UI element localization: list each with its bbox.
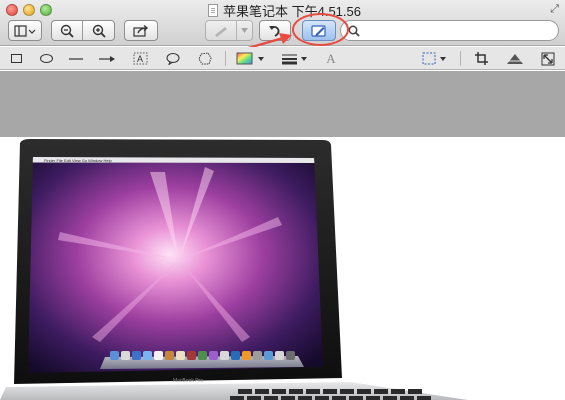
adjust-size-icon — [541, 52, 555, 65]
speech-bubble-tool[interactable] — [164, 50, 182, 67]
rectangle-icon — [10, 54, 22, 63]
document-icon[interactable] — [208, 4, 218, 17]
dock-icons — [110, 351, 295, 360]
color-swatch-icon — [236, 52, 264, 65]
line-tool[interactable] — [68, 50, 84, 67]
adjust-color-icon — [507, 54, 523, 64]
zoom-in-icon — [92, 24, 106, 38]
zoom-out-icon — [60, 24, 74, 38]
sidebar-toggle-icon — [14, 24, 36, 37]
window-titlebar: 苹果笔记本 下午4.51.56 ⤢ — [0, 0, 565, 51]
toolbar-separator — [225, 51, 226, 66]
adjust-color-tool[interactable] — [505, 50, 525, 67]
highlight-circle-annotation — [292, 13, 349, 46]
laptop-model-label: MacBook Pro — [173, 378, 203, 384]
minimize-window-button[interactable] — [23, 4, 35, 16]
crop-icon — [474, 52, 488, 65]
rectangle-tool[interactable] — [8, 50, 24, 67]
svg-text:Finder File Edit View Go: Finder File Edit View Go Window Help — [44, 158, 113, 163]
oval-tool[interactable] — [38, 50, 54, 67]
search-icon — [348, 25, 360, 37]
window-controls — [6, 4, 52, 16]
adjust-size-tool[interactable] — [539, 50, 557, 67]
share-icon — [133, 24, 149, 37]
search-field[interactable] — [340, 20, 559, 41]
document-background — [0, 71, 565, 137]
rect-select-icon — [422, 52, 446, 65]
desktop-wallpaper — [28, 157, 323, 373]
arrow-icon — [99, 55, 115, 62]
zoom-out-button[interactable] — [52, 21, 84, 40]
font-picker[interactable]: A — [323, 50, 339, 67]
markup-pen-icon — [214, 26, 227, 37]
edit-toolbar: A A — [0, 47, 565, 70]
crop-tool[interactable] — [472, 50, 490, 67]
line-width-icon — [282, 54, 307, 65]
fullscreen-icon[interactable]: ⤢ — [550, 3, 559, 16]
zoom-window-button[interactable] — [40, 4, 52, 16]
font-icon: A — [326, 50, 336, 66]
speech-bubble-icon — [166, 53, 180, 65]
text-box-icon: A — [133, 52, 147, 65]
color-picker[interactable] — [236, 50, 266, 67]
view-menu-button[interactable] — [8, 20, 42, 41]
arrow-tool[interactable] — [98, 50, 116, 67]
freeform-shape-icon — [198, 52, 212, 65]
markup-pen-button[interactable] — [206, 21, 237, 40]
toolbar-separator — [460, 51, 461, 66]
svg-text:A: A — [137, 54, 143, 64]
macbook-pro-image: Finder File Edit View Go Window Help Mac… — [0, 139, 468, 400]
line-icon — [69, 57, 83, 60]
zoom-control — [51, 20, 115, 41]
text-tool[interactable]: A — [131, 50, 149, 67]
line-width-picker[interactable] — [281, 50, 309, 67]
freeform-tool[interactable] — [196, 50, 214, 67]
selection-tool[interactable] — [422, 50, 450, 67]
share-button[interactable] — [124, 20, 158, 41]
zoom-in-button[interactable] — [83, 21, 114, 40]
search-input[interactable] — [364, 23, 544, 38]
close-window-button[interactable] — [6, 4, 18, 16]
oval-icon — [39, 54, 53, 63]
